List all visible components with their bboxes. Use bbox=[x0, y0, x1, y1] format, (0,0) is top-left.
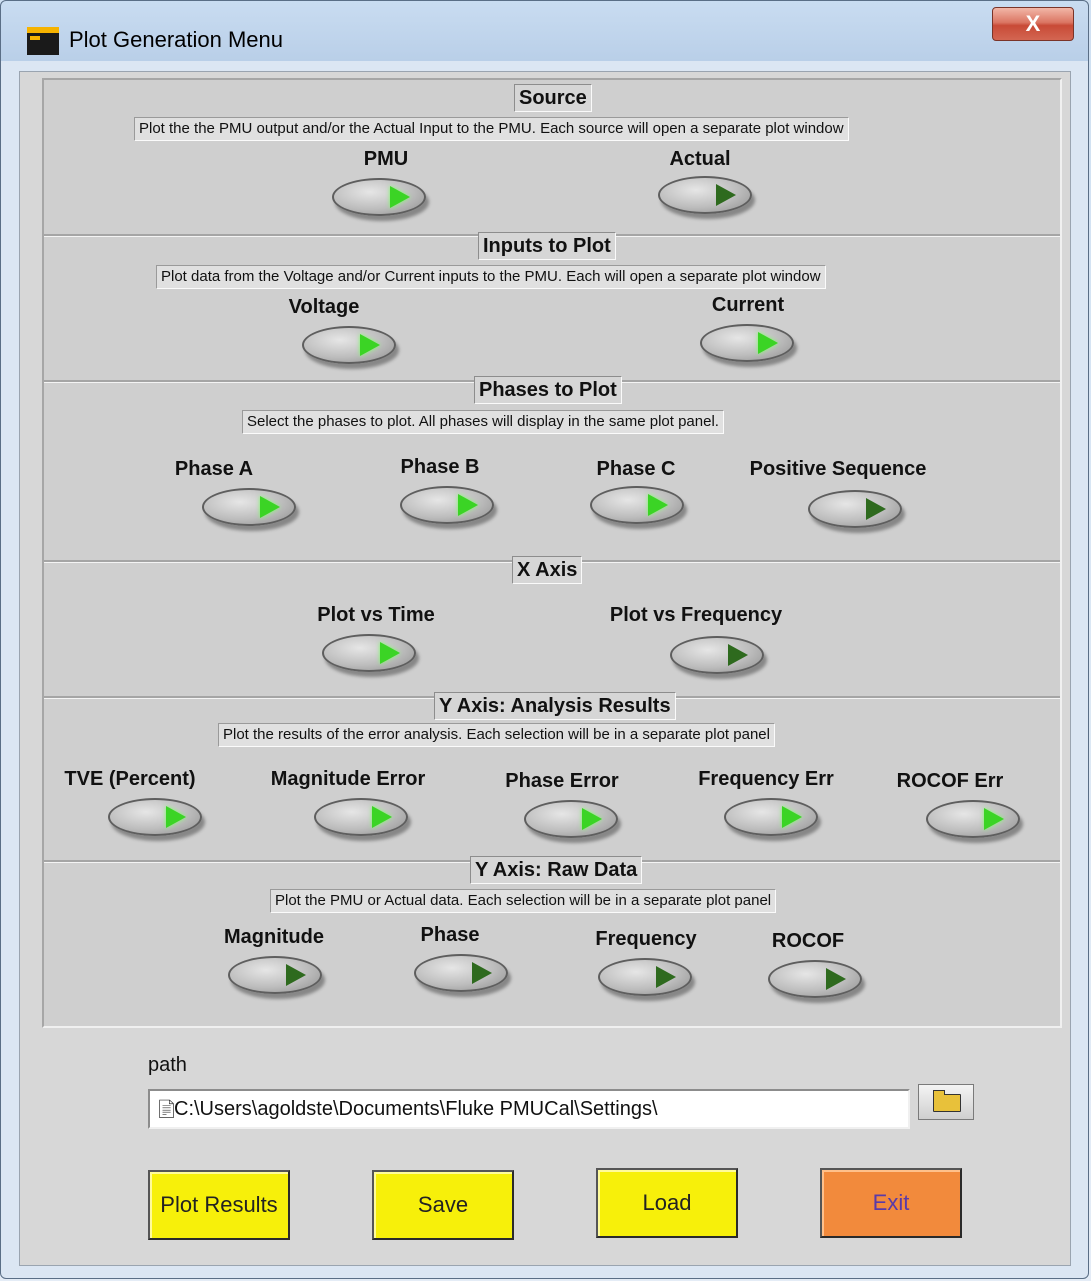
label-frequency-err: Frequency Err bbox=[698, 768, 834, 790]
section-desc-inputs: Plot data from the Voltage and/or Curren… bbox=[156, 265, 826, 289]
led-indicator bbox=[866, 498, 886, 520]
label-rocof-err: ROCOF Err bbox=[896, 770, 1004, 792]
options-panel: Source Plot the the PMU output and/or th… bbox=[42, 78, 1062, 1028]
led-indicator bbox=[286, 964, 306, 986]
plot-generation-window: Plot Generation Menu X Source Plot the t… bbox=[0, 0, 1089, 1279]
label-actual: Actual bbox=[669, 148, 731, 170]
toggle-pmu[interactable] bbox=[332, 178, 426, 216]
led-indicator bbox=[728, 644, 748, 666]
toggle-plot-vs-time[interactable] bbox=[322, 634, 416, 672]
label-phase-a: Phase A bbox=[174, 458, 254, 480]
led-indicator bbox=[782, 806, 802, 828]
led-indicator bbox=[166, 806, 186, 828]
led-indicator bbox=[826, 968, 846, 990]
path-input[interactable]: 📄︎ C:\Users\agoldste\Documents\Fluke PMU… bbox=[148, 1089, 910, 1129]
led-indicator bbox=[758, 332, 778, 354]
section-title-y-analysis: Y Axis: Analysis Results bbox=[434, 692, 676, 720]
section-desc-y-raw: Plot the PMU or Actual data. Each select… bbox=[270, 889, 777, 913]
browse-button[interactable] bbox=[918, 1084, 974, 1120]
toggle-phase-b[interactable] bbox=[400, 486, 494, 524]
label-tve-percent: TVE (Percent) bbox=[64, 768, 196, 790]
toggle-current[interactable] bbox=[700, 324, 794, 362]
label-phase: Phase bbox=[420, 924, 480, 946]
led-indicator bbox=[656, 966, 676, 988]
label-plot-vs-frequency: Plot vs Frequency bbox=[609, 604, 783, 626]
toggle-voltage[interactable] bbox=[302, 326, 396, 364]
label-magnitude: Magnitude bbox=[224, 926, 324, 948]
app-icon bbox=[27, 27, 59, 55]
led-indicator bbox=[582, 808, 602, 830]
label-current: Current bbox=[711, 294, 785, 316]
led-indicator bbox=[472, 962, 492, 984]
section-desc-y-analysis: Plot the results of the error analysis. … bbox=[218, 723, 775, 747]
toggle-rocof[interactable] bbox=[768, 960, 862, 998]
toggle-tve-percent[interactable] bbox=[108, 798, 202, 836]
folder-open-icon bbox=[933, 1090, 961, 1112]
save-button[interactable]: Save bbox=[372, 1170, 514, 1240]
section-title-xaxis: X Axis bbox=[512, 556, 583, 584]
section-title-phases: Phases to Plot bbox=[474, 376, 622, 404]
toggle-rocof-err[interactable] bbox=[926, 800, 1020, 838]
load-button[interactable]: Load bbox=[596, 1168, 738, 1238]
led-indicator bbox=[716, 184, 736, 206]
label-positive-sequence: Positive Sequence bbox=[749, 458, 927, 480]
label-pmu: PMU bbox=[363, 148, 409, 170]
close-button[interactable]: X bbox=[992, 7, 1074, 41]
section-title-source: Source bbox=[514, 84, 592, 112]
section-title-inputs: Inputs to Plot bbox=[478, 232, 616, 260]
toggle-plot-vs-frequency[interactable] bbox=[670, 636, 764, 674]
window-title: Plot Generation Menu bbox=[69, 27, 284, 52]
toggle-frequency-err[interactable] bbox=[724, 798, 818, 836]
toggle-positive-sequence[interactable] bbox=[808, 490, 902, 528]
client-area: Source Plot the the PMU output and/or th… bbox=[19, 71, 1071, 1266]
path-value: C:\Users\agoldste\Documents\Fluke PMUCal… bbox=[174, 1098, 658, 1120]
toggle-actual[interactable] bbox=[658, 176, 752, 214]
label-magnitude-error: Magnitude Error bbox=[270, 768, 426, 790]
section-title-y-raw: Y Axis: Raw Data bbox=[470, 856, 643, 884]
led-indicator bbox=[260, 496, 280, 518]
led-indicator bbox=[372, 806, 392, 828]
section-desc-source: Plot the the PMU output and/or the Actua… bbox=[134, 117, 849, 141]
led-indicator bbox=[648, 494, 668, 516]
section-desc-phases: Select the phases to plot. All phases wi… bbox=[242, 410, 724, 434]
label-phase-error: Phase Error bbox=[505, 770, 619, 792]
label-voltage: Voltage bbox=[288, 296, 360, 318]
led-indicator bbox=[380, 642, 400, 664]
led-indicator bbox=[458, 494, 478, 516]
label-frequency: Frequency bbox=[595, 928, 697, 950]
toggle-phase-c[interactable] bbox=[590, 486, 684, 524]
toggle-magnitude-error[interactable] bbox=[314, 798, 408, 836]
plot-results-button[interactable]: Plot Results bbox=[148, 1170, 290, 1240]
toggle-frequency[interactable] bbox=[598, 958, 692, 996]
title-bar: Plot Generation Menu X bbox=[1, 1, 1088, 71]
led-indicator bbox=[360, 334, 380, 356]
label-rocof: ROCOF bbox=[771, 930, 845, 952]
led-indicator bbox=[390, 186, 410, 208]
toggle-phase-a[interactable] bbox=[202, 488, 296, 526]
toggle-phase-error[interactable] bbox=[524, 800, 618, 838]
path-label: path bbox=[148, 1054, 187, 1076]
led-indicator bbox=[984, 808, 1004, 830]
toggle-magnitude[interactable] bbox=[228, 956, 322, 994]
exit-button[interactable]: Exit bbox=[820, 1168, 962, 1238]
label-phase-c: Phase C bbox=[596, 458, 676, 480]
toggle-phase[interactable] bbox=[414, 954, 508, 992]
label-plot-vs-time: Plot vs Time bbox=[317, 604, 435, 626]
label-phase-b: Phase B bbox=[400, 456, 480, 478]
